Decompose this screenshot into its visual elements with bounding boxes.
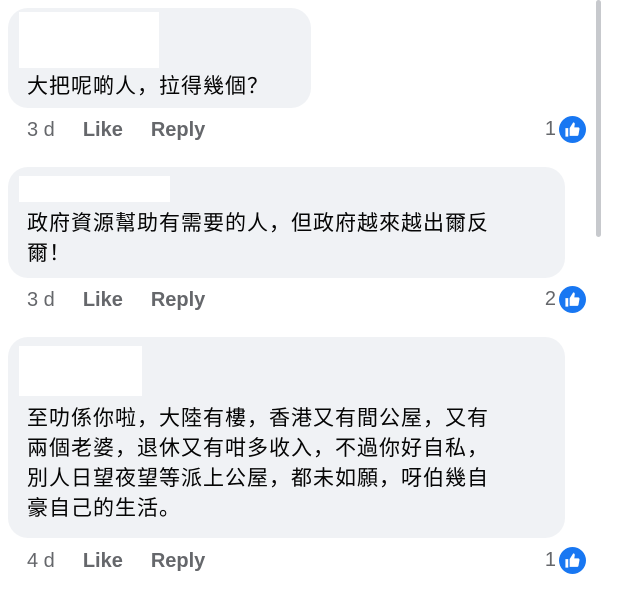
comment-text-line: 兩個老婆，退休又有咁多收入，不過你好自私， <box>27 436 489 460</box>
comments-panel: 大把呢啲人，拉得幾個？ 3 d Like Reply 1 政府資源幫助有需要的人… <box>0 0 622 605</box>
comment-bubble: 政府資源幫助有需要的人，但政府越來越出爾反 爾！ <box>8 167 565 278</box>
scrollbar[interactable] <box>596 0 601 237</box>
comment-bubble: 至叻係你啦，大陸有樓，香港又有間公屋，又有 兩個老婆，退休又有咁多收入，不過你好… <box>8 337 565 538</box>
comment-text: 大把呢啲人，拉得幾個？ <box>27 71 269 101</box>
reaction-summary[interactable]: 1 <box>545 116 586 143</box>
comment-text: 政府資源幫助有需要的人，但政府越來越出爾反 爾！ <box>27 208 489 268</box>
author-name[interactable] <box>19 12 159 68</box>
thumbs-up-icon <box>559 547 586 574</box>
reply-button[interactable]: Reply <box>151 119 205 142</box>
timestamp[interactable]: 4 d <box>27 550 55 573</box>
thumbs-up-icon <box>559 116 586 143</box>
reply-button[interactable]: Reply <box>151 289 205 312</box>
reply-button[interactable]: Reply <box>151 550 205 573</box>
comment-meta: 4 d Like Reply <box>27 548 205 574</box>
comment-text-line: 大把呢啲人，拉得幾個？ <box>27 74 269 98</box>
comment: 大把呢啲人，拉得幾個？ <box>8 8 311 108</box>
comment-meta: 3 d Like Reply <box>27 287 205 313</box>
comment-text-line: 豪自己的生活。 <box>27 496 181 520</box>
comment-bubble: 大把呢啲人，拉得幾個？ <box>8 8 311 108</box>
like-button[interactable]: Like <box>83 289 123 312</box>
comment-text-line: 別人日望夜望等派上公屋，都未如願，呀伯幾自 <box>27 466 489 490</box>
like-button[interactable]: Like <box>83 550 123 573</box>
comment-text-line: 爾！ <box>27 241 71 265</box>
reaction-count: 2 <box>544 288 556 310</box>
comment-text-line: 政府資源幫助有需要的人，但政府越來越出爾反 <box>27 211 489 235</box>
comment: 至叻係你啦，大陸有樓，香港又有間公屋，又有 兩個老婆，退休又有咁多收入，不過你好… <box>8 337 565 538</box>
reaction-count: 1 <box>544 118 556 140</box>
reaction-count: 1 <box>544 549 556 571</box>
comment: 政府資源幫助有需要的人，但政府越來越出爾反 爾！ <box>8 167 565 278</box>
author-name[interactable] <box>19 176 170 202</box>
timestamp[interactable]: 3 d <box>27 289 55 312</box>
comment-text: 至叻係你啦，大陸有樓，香港又有間公屋，又有 兩個老婆，退休又有咁多收入，不過你好… <box>27 403 489 523</box>
timestamp[interactable]: 3 d <box>27 119 55 142</box>
author-name[interactable] <box>19 346 142 396</box>
comment-text-line: 至叻係你啦，大陸有樓，香港又有間公屋，又有 <box>27 406 489 430</box>
reaction-summary[interactable]: 1 <box>545 547 586 574</box>
like-button[interactable]: Like <box>83 119 123 142</box>
thumbs-up-icon <box>559 286 586 313</box>
reaction-summary[interactable]: 2 <box>545 286 586 313</box>
comment-meta: 3 d Like Reply <box>27 117 205 143</box>
